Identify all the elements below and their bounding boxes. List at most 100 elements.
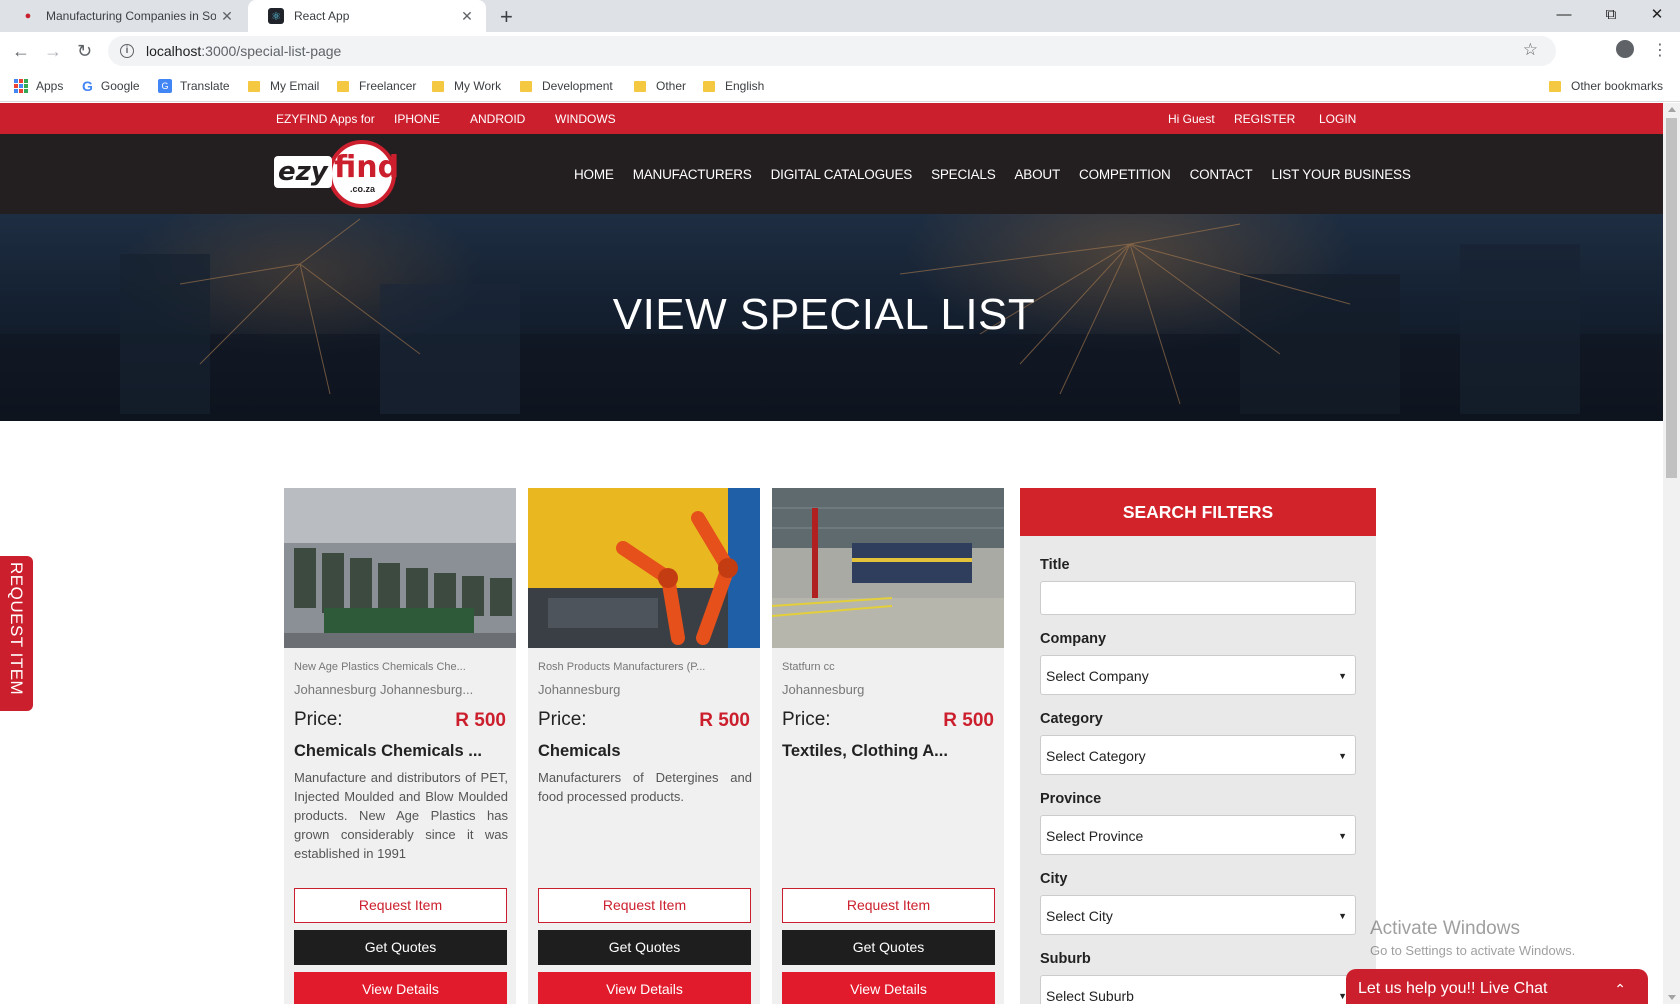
title-filter-input[interactable] <box>1040 581 1356 615</box>
apps-for-label: EZYFIND Apps for <box>276 112 375 126</box>
bookmark-label: Other <box>656 79 687 93</box>
bookmark-my-work[interactable]: My Work <box>432 70 501 102</box>
nav-home[interactable]: HOME <box>574 167 614 182</box>
city-select-value: Select City <box>1046 908 1113 924</box>
request-item-side-tab[interactable]: REQUEST ITEM <box>0 556 33 711</box>
forward-icon[interactable]: → <box>44 41 62 62</box>
close-tab-icon[interactable]: ✕ <box>216 8 238 25</box>
back-icon[interactable]: ← <box>12 41 30 62</box>
view-details-button[interactable]: View Details <box>538 972 751 1004</box>
new-tab-button[interactable]: + <box>500 4 513 30</box>
hero-banner: VIEW SPECIAL LIST <box>0 214 1663 421</box>
login-link[interactable]: LOGIN <box>1319 112 1356 126</box>
ezyfind-logo[interactable]: ezy find .co.za <box>274 140 400 208</box>
bookmark-translate[interactable]: G Translate <box>158 70 230 102</box>
card-city: Johannesburg <box>538 682 621 697</box>
nav-specials[interactable]: SPECIALS <box>931 167 996 182</box>
get-quotes-button[interactable]: Get Quotes <box>782 930 995 965</box>
scrollbar-thumb[interactable] <box>1666 118 1677 478</box>
bookmark-freelancer[interactable]: Freelancer <box>337 70 416 102</box>
minimize-icon[interactable]: — <box>1541 0 1587 30</box>
chevron-up-icon[interactable]: ⌃ <box>1614 969 1626 1004</box>
company-select[interactable]: Select Company ▼ <box>1040 655 1356 695</box>
folder-icon <box>248 80 260 92</box>
dropdown-caret-icon: ▼ <box>1338 911 1347 921</box>
browser-tab-manufacturing[interactable]: ● Manufacturing Companies in Sou ✕ <box>0 0 246 32</box>
scroll-up-icon[interactable] <box>1668 107 1676 112</box>
bookmark-google[interactable]: G Google <box>82 70 140 102</box>
translate-icon: G <box>158 79 172 93</box>
windows-link[interactable]: WINDOWS <box>555 112 616 126</box>
iphone-link[interactable]: IPHONE <box>394 112 440 126</box>
view-details-button[interactable]: View Details <box>782 972 995 1004</box>
android-link[interactable]: ANDROID <box>470 112 525 126</box>
request-item-button[interactable]: Request Item <box>538 888 751 923</box>
province-filter-label: Province <box>1040 791 1102 807</box>
bookmark-other[interactable]: Other <box>634 70 686 102</box>
suburb-filter-label: Suburb <box>1040 951 1091 967</box>
logo-find-text: find <box>334 150 400 185</box>
live-chat-widget[interactable]: Let us help you!! Live Chat ⌃ <box>1346 969 1648 1004</box>
city-select[interactable]: Select City ▼ <box>1040 895 1356 935</box>
category-select[interactable]: Select Category ▼ <box>1040 735 1356 775</box>
bookmark-label: My Work <box>454 79 502 93</box>
view-details-button[interactable]: View Details <box>294 972 507 1004</box>
title-filter-label: Title <box>1040 557 1070 573</box>
card-price-label: Price: <box>538 709 587 730</box>
suburb-select[interactable]: Select Suburb ▼ <box>1040 975 1356 1004</box>
folder-icon <box>432 80 444 92</box>
nav-about[interactable]: ABOUT <box>1015 167 1061 182</box>
card-price-label: Price: <box>782 709 831 730</box>
page-scrollbar[interactable] <box>1663 103 1680 1004</box>
card-image[interactable] <box>284 488 516 648</box>
restore-icon[interactable]: ⧉ <box>1588 0 1634 30</box>
bookmark-star-icon[interactable]: ☆ <box>1523 40 1538 60</box>
close-window-icon[interactable]: ✕ <box>1634 0 1680 30</box>
nav-digital-catalogues[interactable]: DIGITAL CATALOGUES <box>771 167 913 182</box>
card-image[interactable] <box>528 488 760 648</box>
bookmark-label: Other bookmarks <box>1571 79 1664 93</box>
browser-menu-icon[interactable]: ⋮ <box>1652 40 1668 60</box>
apps-grid-icon <box>14 79 28 93</box>
card-image[interactable] <box>772 488 1004 648</box>
nav-competition[interactable]: COMPETITION <box>1079 167 1171 182</box>
bookmark-development[interactable]: Development <box>520 70 613 102</box>
special-card: Statfurn cc Johannesburg Price: R 500 Te… <box>772 488 1004 1004</box>
card-description: Manufacture and distributors of PET, Inj… <box>294 770 508 858</box>
folder-icon <box>634 80 646 92</box>
profile-avatar-icon[interactable] <box>1616 40 1634 58</box>
city-filter-label: City <box>1040 871 1068 887</box>
nav-contact[interactable]: CONTACT <box>1190 167 1253 182</box>
bookmarks-bar: Apps G Google G Translate My Email Freel… <box>0 70 1680 102</box>
bookmark-apps[interactable]: Apps <box>14 70 63 102</box>
url-input[interactable]: i localhost:3000/special-list-page ☆ <box>108 36 1556 66</box>
category-select-value: Select Category <box>1046 748 1146 764</box>
card-company[interactable]: Rosh Products Manufacturers (P... <box>538 661 750 673</box>
register-link[interactable]: REGISTER <box>1234 112 1295 126</box>
card-price-label: Price: <box>294 709 343 730</box>
windows-watermark-title: Activate Windows <box>1370 918 1520 939</box>
get-quotes-button[interactable]: Get Quotes <box>538 930 751 965</box>
request-item-button[interactable]: Request Item <box>782 888 995 923</box>
site-info-icon[interactable]: i <box>120 44 134 58</box>
province-select[interactable]: Select Province ▼ <box>1040 815 1356 855</box>
card-city: Johannesburg Johannesburg... <box>294 682 474 697</box>
browser-tab-react-app[interactable]: ⚛ React App ✕ <box>248 0 486 32</box>
reload-icon[interactable]: ↻ <box>77 41 92 62</box>
card-company[interactable]: Statfurn cc <box>782 661 994 673</box>
close-tab-icon[interactable]: ✕ <box>456 8 478 25</box>
greeting-text: Hi Guest <box>1168 112 1215 126</box>
get-quotes-button[interactable]: Get Quotes <box>294 930 507 965</box>
bookmark-english[interactable]: English <box>703 70 764 102</box>
nav-list-your-business[interactable]: LIST YOUR BUSINESS <box>1271 167 1410 182</box>
company-select-value: Select Company <box>1046 668 1149 684</box>
other-bookmarks[interactable]: Other bookmarks <box>1549 70 1663 102</box>
url-host: localhost <box>146 43 202 59</box>
card-company[interactable]: New Age Plastics Chemicals Che... <box>294 661 506 673</box>
bookmark-my-email[interactable]: My Email <box>248 70 319 102</box>
request-item-button[interactable]: Request Item <box>294 888 507 923</box>
nav-manufacturers[interactable]: MANUFACTURERS <box>633 167 752 182</box>
scroll-down-icon[interactable] <box>1668 995 1676 1000</box>
special-card: Rosh Products Manufacturers (P... Johann… <box>528 488 760 1004</box>
url-path: :3000/special-list-page <box>201 43 342 59</box>
